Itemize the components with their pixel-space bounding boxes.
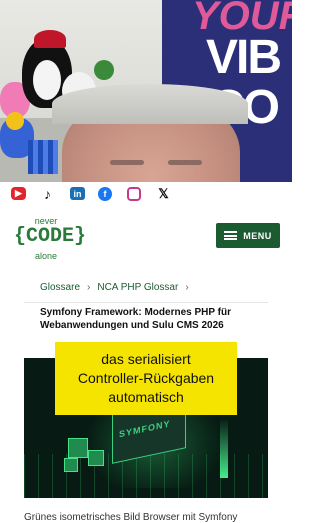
menu-button[interactable]: MENU	[216, 223, 280, 248]
banner-text-line: VIB	[206, 31, 282, 84]
youtube-icon[interactable]: ▶	[11, 187, 26, 200]
hero-cube	[64, 458, 78, 472]
breadcrumb: Glossare › NCA PHP Glossar ›	[40, 282, 196, 293]
menu-button-label: MENU	[243, 230, 272, 241]
subtitle-line: das serialisiert	[101, 351, 191, 367]
hero-cube	[68, 438, 88, 458]
subtitle-line: automatisch	[108, 389, 184, 405]
eyebrow	[168, 160, 202, 165]
hero-grid	[24, 454, 268, 498]
tiktok-icon[interactable]: ♪	[40, 186, 55, 202]
social-links-bar: ▶ ♪ in f 𝕏	[0, 182, 292, 206]
hamburger-icon	[224, 231, 238, 240]
hero-board-text: SYMFONY	[119, 418, 171, 440]
site-header: never {CODE} alone MENU	[0, 206, 292, 267]
page-title: Symfony Framework: Modernes PHP für Weba…	[40, 307, 231, 331]
instagram-icon[interactable]	[127, 187, 141, 201]
person-hair	[52, 84, 248, 124]
breadcrumb-item-php-glossar[interactable]: NCA PHP Glossar	[97, 282, 178, 293]
divider	[24, 302, 268, 303]
eyebrow	[110, 160, 144, 165]
pixel-figure	[28, 140, 58, 174]
facebook-icon[interactable]: f	[98, 187, 112, 201]
hero-light-beam	[220, 418, 228, 478]
image-caption: Grünes isometrisches Bild Browser mit Sy…	[24, 512, 238, 523]
chevron-right-icon: ›	[87, 282, 91, 293]
linkedin-icon[interactable]: in	[70, 187, 85, 200]
x-icon[interactable]: 𝕏	[156, 186, 171, 201]
site-logo[interactable]: never {CODE} alone	[14, 214, 87, 261]
hero-cube	[88, 450, 104, 466]
breadcrumb-item-glossare[interactable]: Glossare	[40, 282, 80, 293]
video-subtitle: das serialisiert Controller-Rückgaben au…	[55, 342, 237, 415]
plush-toy	[6, 112, 24, 130]
logo-text-main: {CODE}	[14, 225, 87, 248]
logo-text-bottom: alone	[34, 251, 58, 261]
webcam-video: YOUR VIB CO	[0, 0, 292, 182]
subtitle-line: Controller-Rückgaben	[77, 370, 215, 386]
penguin-hat	[34, 30, 66, 48]
chevron-right-icon: ›	[185, 282, 189, 293]
plush-toy	[94, 60, 114, 80]
